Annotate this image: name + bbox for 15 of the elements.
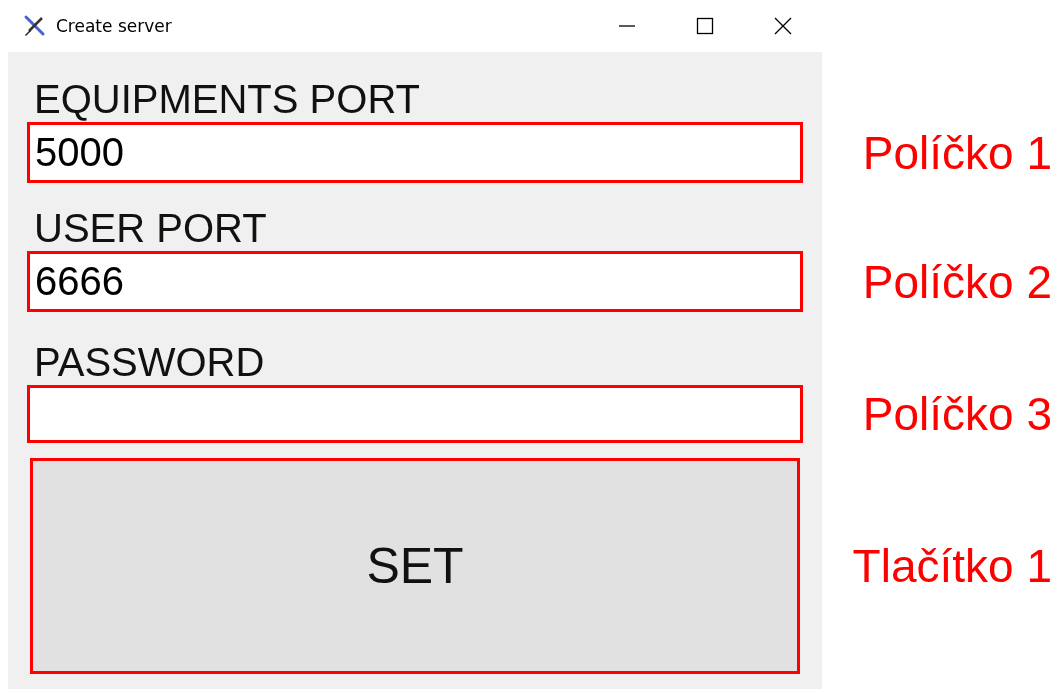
close-icon[interactable]: [774, 17, 792, 35]
maximize-icon[interactable]: [696, 17, 714, 35]
annotation-label: Políčko 3: [862, 387, 1052, 441]
set-button[interactable]: SET: [30, 458, 800, 674]
annotation-label: Políčko 2: [862, 254, 1052, 309]
tools-icon: [22, 14, 46, 38]
input-field[interactable]: 5000: [27, 122, 803, 183]
field-label: EQUIPMENTS PORT: [34, 76, 420, 122]
field-label: USER PORT: [34, 205, 267, 251]
annotation-label: Tlačítko 1: [852, 539, 1052, 593]
window-title: Create server: [56, 16, 172, 36]
input-field[interactable]: [27, 385, 803, 443]
field-label: PASSWORD: [34, 339, 265, 385]
annotation-label: Políčko 1: [862, 125, 1052, 180]
input-field[interactable]: 6666: [27, 251, 803, 312]
